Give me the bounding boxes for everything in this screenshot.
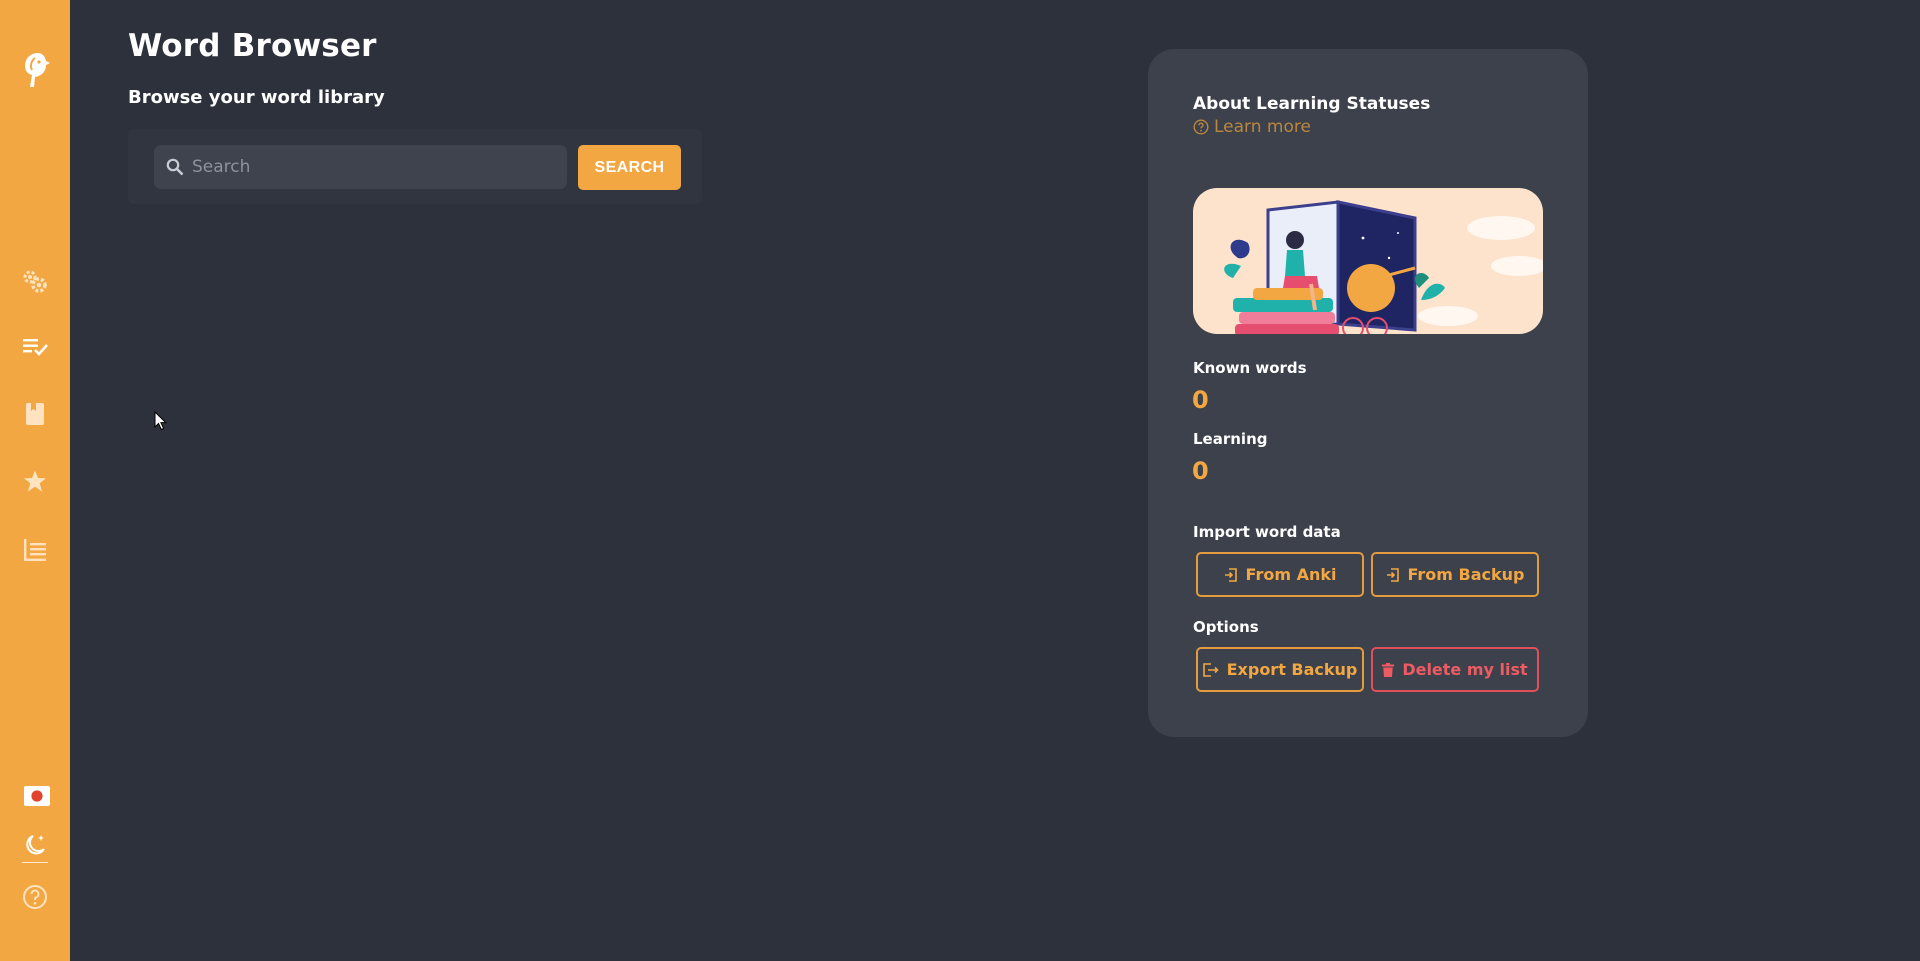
- export-backup-label: Export Backup: [1226, 660, 1358, 679]
- help-icon[interactable]: [0, 877, 70, 917]
- learning-count: 0: [1192, 457, 1209, 485]
- export-icon: [1202, 662, 1219, 677]
- list-icon[interactable]: [0, 530, 70, 570]
- known-words-label: Known words: [1193, 359, 1307, 377]
- export-backup-button[interactable]: Export Backup: [1196, 647, 1364, 692]
- bird-logo-icon[interactable]: [0, 48, 70, 92]
- book-icon[interactable]: [0, 394, 70, 434]
- trash-icon: [1382, 662, 1395, 677]
- japan-flag-icon[interactable]: [2, 776, 72, 816]
- learning-label: Learning: [1193, 430, 1268, 448]
- search-input[interactable]: [192, 157, 552, 177]
- import-icon: [1386, 567, 1399, 582]
- options-label: Options: [1193, 618, 1259, 636]
- delete-list-button[interactable]: Delete my list: [1371, 647, 1539, 692]
- page-title: Word Browser: [128, 28, 377, 64]
- import-word-data-label: Import word data: [1193, 523, 1341, 541]
- reading-illustration: [1193, 188, 1543, 334]
- page-subtitle: Browse your word library: [128, 87, 385, 108]
- search-box[interactable]: [154, 145, 567, 189]
- known-words-count: 0: [1192, 386, 1209, 414]
- import-from-backup-button[interactable]: From Backup: [1371, 552, 1539, 597]
- sidebar: [0, 0, 70, 961]
- learn-more-label: Learn more: [1214, 117, 1311, 137]
- from-anki-label: From Anki: [1245, 565, 1337, 584]
- mouse-cursor-icon: [154, 411, 167, 431]
- delete-list-label: Delete my list: [1402, 660, 1528, 679]
- learn-more-link[interactable]: Learn more: [1193, 117, 1311, 137]
- from-backup-label: From Backup: [1407, 565, 1525, 584]
- help-circle-icon: [1193, 119, 1209, 135]
- import-from-anki-button[interactable]: From Anki: [1196, 552, 1364, 597]
- card-title: About Learning Statuses: [1193, 94, 1431, 114]
- dark-mode-icon[interactable]: [0, 825, 70, 865]
- sidebar-divider: [22, 862, 48, 863]
- search-button[interactable]: SEARCH: [578, 145, 681, 190]
- star-icon[interactable]: [0, 461, 70, 501]
- settings-gears-icon[interactable]: [0, 261, 70, 301]
- import-icon: [1224, 567, 1237, 582]
- checklist-icon[interactable]: [0, 326, 70, 366]
- search-icon: [166, 158, 184, 176]
